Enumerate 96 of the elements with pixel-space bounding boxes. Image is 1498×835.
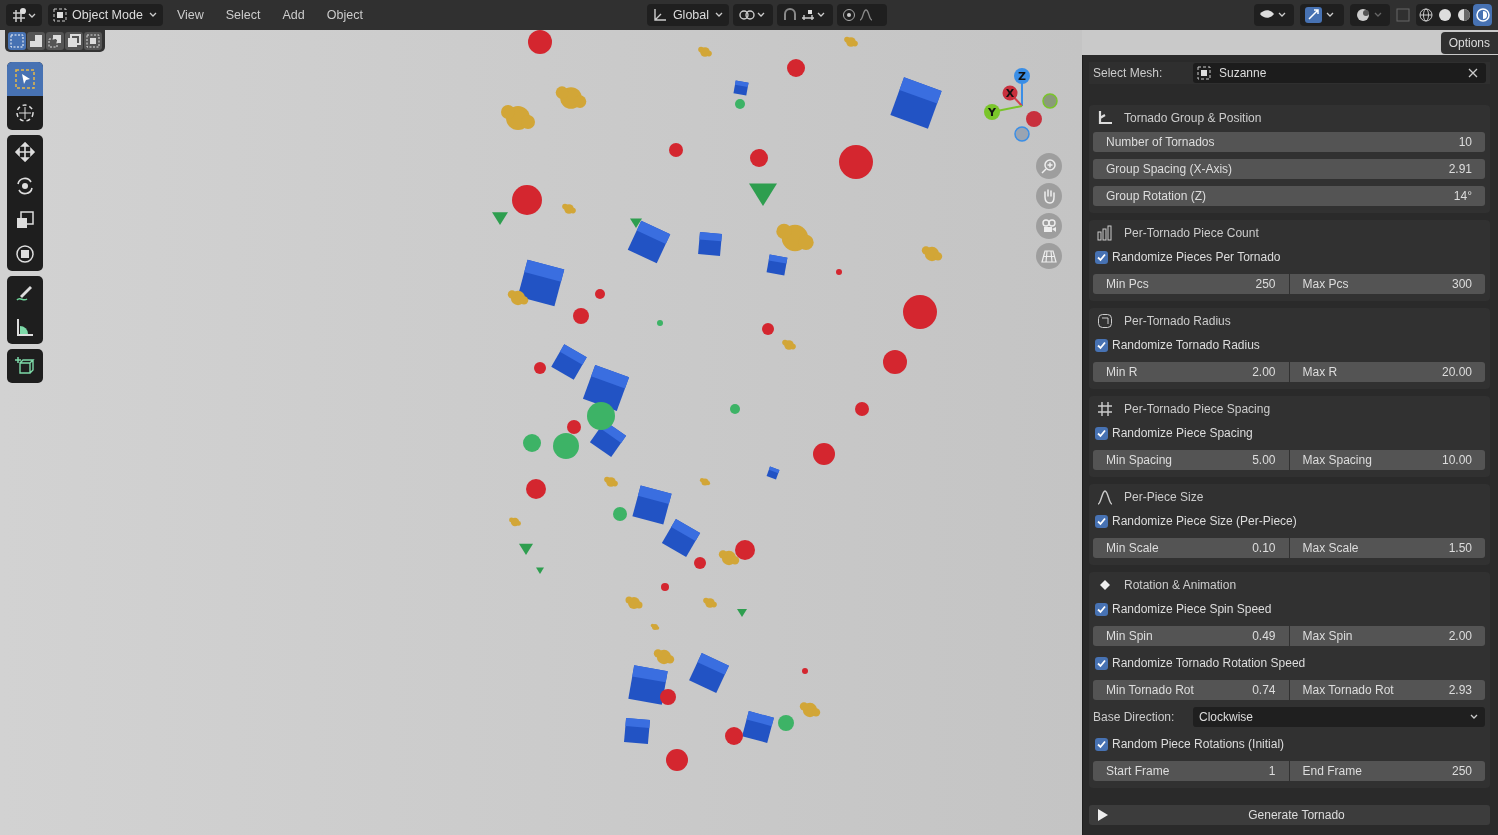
menu-item[interactable]: Object bbox=[318, 8, 371, 22]
caret-icon bbox=[1469, 713, 1479, 721]
add-cube-icon bbox=[14, 355, 36, 377]
section-title: Per-Tornado Piece Count bbox=[1124, 226, 1259, 240]
size-icon bbox=[1097, 489, 1113, 505]
mode-dropdown[interactable]: Object Mode bbox=[48, 4, 163, 26]
options-button[interactable]: Options bbox=[1440, 31, 1498, 54]
selection-mode-button[interactable] bbox=[27, 32, 45, 50]
caret-icon bbox=[714, 11, 725, 19]
checkbox-label[interactable]: Randomize Pieces Per Tornado bbox=[1112, 250, 1281, 264]
number-field[interactable]: Max Scale 1.50 bbox=[1289, 538, 1485, 558]
magnifier-icon bbox=[1041, 158, 1057, 174]
cursor-icon bbox=[14, 102, 36, 124]
transform-icon bbox=[14, 243, 36, 265]
checkbox[interactable] bbox=[1095, 250, 1108, 264]
pivot-button[interactable] bbox=[733, 4, 774, 26]
checkbox-label[interactable]: Randomize Tornado Rotation Speed bbox=[1112, 656, 1306, 670]
checkbox-label[interactable]: Random Piece Rotations (Initial) bbox=[1112, 737, 1285, 751]
mesh-field[interactable]: Suzanne bbox=[1193, 63, 1486, 83]
select-intersect-icon bbox=[86, 34, 100, 48]
editor-type-button[interactable] bbox=[6, 4, 42, 26]
scale-icon bbox=[14, 209, 36, 231]
solid-sphere-icon bbox=[1437, 8, 1452, 22]
number-field[interactable]: Max Tornado Rot 2.93 bbox=[1289, 680, 1485, 700]
field-label: Select Mesh: bbox=[1093, 66, 1164, 80]
number-field[interactable]: Number of Tornados 10 bbox=[1093, 132, 1485, 152]
wireframe-sphere-icon bbox=[1418, 8, 1433, 22]
material-sphere-icon bbox=[1456, 8, 1471, 22]
number-field[interactable]: Start Frame 1 bbox=[1093, 761, 1289, 781]
close-icon[interactable] bbox=[1468, 68, 1478, 78]
selection-mode-button[interactable] bbox=[46, 32, 64, 50]
selection-mode-button[interactable] bbox=[84, 32, 102, 50]
grid-icon bbox=[1041, 248, 1057, 264]
number-field[interactable]: Min R 2.00 bbox=[1093, 362, 1289, 382]
checkbox-label[interactable]: Randomize Tornado Radius bbox=[1112, 338, 1260, 352]
number-field[interactable]: Min Pcs 250 bbox=[1093, 274, 1289, 294]
direction-dropdown[interactable]: Clockwise bbox=[1193, 707, 1485, 727]
menu-item[interactable]: Add bbox=[274, 8, 313, 22]
editor-type-icon bbox=[11, 7, 37, 23]
checkbox[interactable] bbox=[1095, 426, 1108, 440]
move-icon bbox=[14, 141, 36, 163]
camera-icon bbox=[1041, 218, 1057, 234]
section-title: Per-Tornado Piece Spacing bbox=[1124, 402, 1271, 416]
selection-mode-button[interactable] bbox=[8, 32, 26, 50]
shading-mode-button[interactable] bbox=[1473, 4, 1492, 26]
checkbox[interactable] bbox=[1095, 602, 1108, 616]
gizmo-toggle-button[interactable] bbox=[1300, 4, 1344, 26]
number-field[interactable]: Max R 20.00 bbox=[1289, 362, 1485, 382]
rotate-icon bbox=[14, 175, 36, 197]
caret-icon bbox=[147, 11, 158, 19]
checkbox-label[interactable]: Randomize Piece Spacing bbox=[1112, 426, 1253, 440]
number-field[interactable]: Min Tornado Rot 0.74 bbox=[1093, 680, 1289, 700]
checkbox[interactable] bbox=[1095, 656, 1108, 670]
select-icon bbox=[14, 68, 36, 90]
number-field[interactable]: Group Rotation (Z) 14° bbox=[1093, 186, 1485, 206]
object-icon bbox=[53, 8, 67, 22]
count-icon bbox=[1097, 225, 1113, 241]
checkbox[interactable] bbox=[1095, 514, 1108, 528]
select-invert-icon bbox=[67, 34, 81, 48]
hand-icon bbox=[1041, 188, 1057, 204]
section-title: Per-Piece Size bbox=[1124, 490, 1204, 504]
checkbox-label[interactable]: Randomize Piece Spin Speed bbox=[1112, 602, 1272, 616]
checkbox[interactable] bbox=[1095, 737, 1108, 751]
section-title: Per-Tornado Radius bbox=[1124, 314, 1231, 328]
number-field[interactable]: Group Spacing (X-Axis) 2.91 bbox=[1093, 159, 1485, 179]
field-label: Base Direction: bbox=[1093, 710, 1176, 724]
object-icon bbox=[1197, 66, 1211, 80]
generate-button[interactable]: Generate Tornado bbox=[1089, 805, 1490, 825]
proportional-edit-button[interactable] bbox=[837, 4, 888, 26]
select-subtract-icon bbox=[48, 34, 62, 48]
spacing-icon bbox=[1097, 401, 1113, 417]
play-icon bbox=[1097, 808, 1109, 822]
rendered-sphere-icon bbox=[1475, 8, 1490, 22]
orientation-dropdown[interactable]: Global bbox=[646, 4, 730, 26]
visibility-button[interactable] bbox=[1254, 4, 1294, 26]
section-title: Rotation & Animation bbox=[1124, 578, 1237, 592]
number-field[interactable]: Min Spacing 5.00 bbox=[1093, 450, 1289, 470]
number-field[interactable]: Min Scale 0.10 bbox=[1093, 538, 1289, 558]
overlay-button[interactable] bbox=[1350, 4, 1390, 26]
checkbox[interactable] bbox=[1095, 338, 1108, 352]
number-field[interactable]: Max Spin 2.00 bbox=[1289, 626, 1485, 646]
measure-icon bbox=[14, 316, 36, 338]
axes-icon bbox=[651, 8, 668, 22]
select-extend-icon bbox=[29, 34, 43, 48]
axis-gizmo[interactable]: Z X Y bbox=[982, 66, 1062, 146]
menu-item[interactable]: View bbox=[168, 8, 212, 22]
section-title: Tornado Group & Position bbox=[1124, 111, 1262, 125]
number-field[interactable]: Max Pcs 300 bbox=[1289, 274, 1485, 294]
number-field[interactable]: End Frame 250 bbox=[1289, 761, 1485, 781]
number-field[interactable]: Min Spin 0.49 bbox=[1093, 626, 1289, 646]
menu-item[interactable]: Select bbox=[217, 8, 269, 22]
number-field[interactable]: Max Spacing 10.00 bbox=[1289, 450, 1485, 470]
checkbox-label[interactable]: Randomize Piece Size (Per-Piece) bbox=[1112, 514, 1297, 528]
selection-mode-button[interactable] bbox=[65, 32, 83, 50]
select-set-icon bbox=[10, 34, 24, 48]
snap-button[interactable] bbox=[777, 4, 834, 26]
